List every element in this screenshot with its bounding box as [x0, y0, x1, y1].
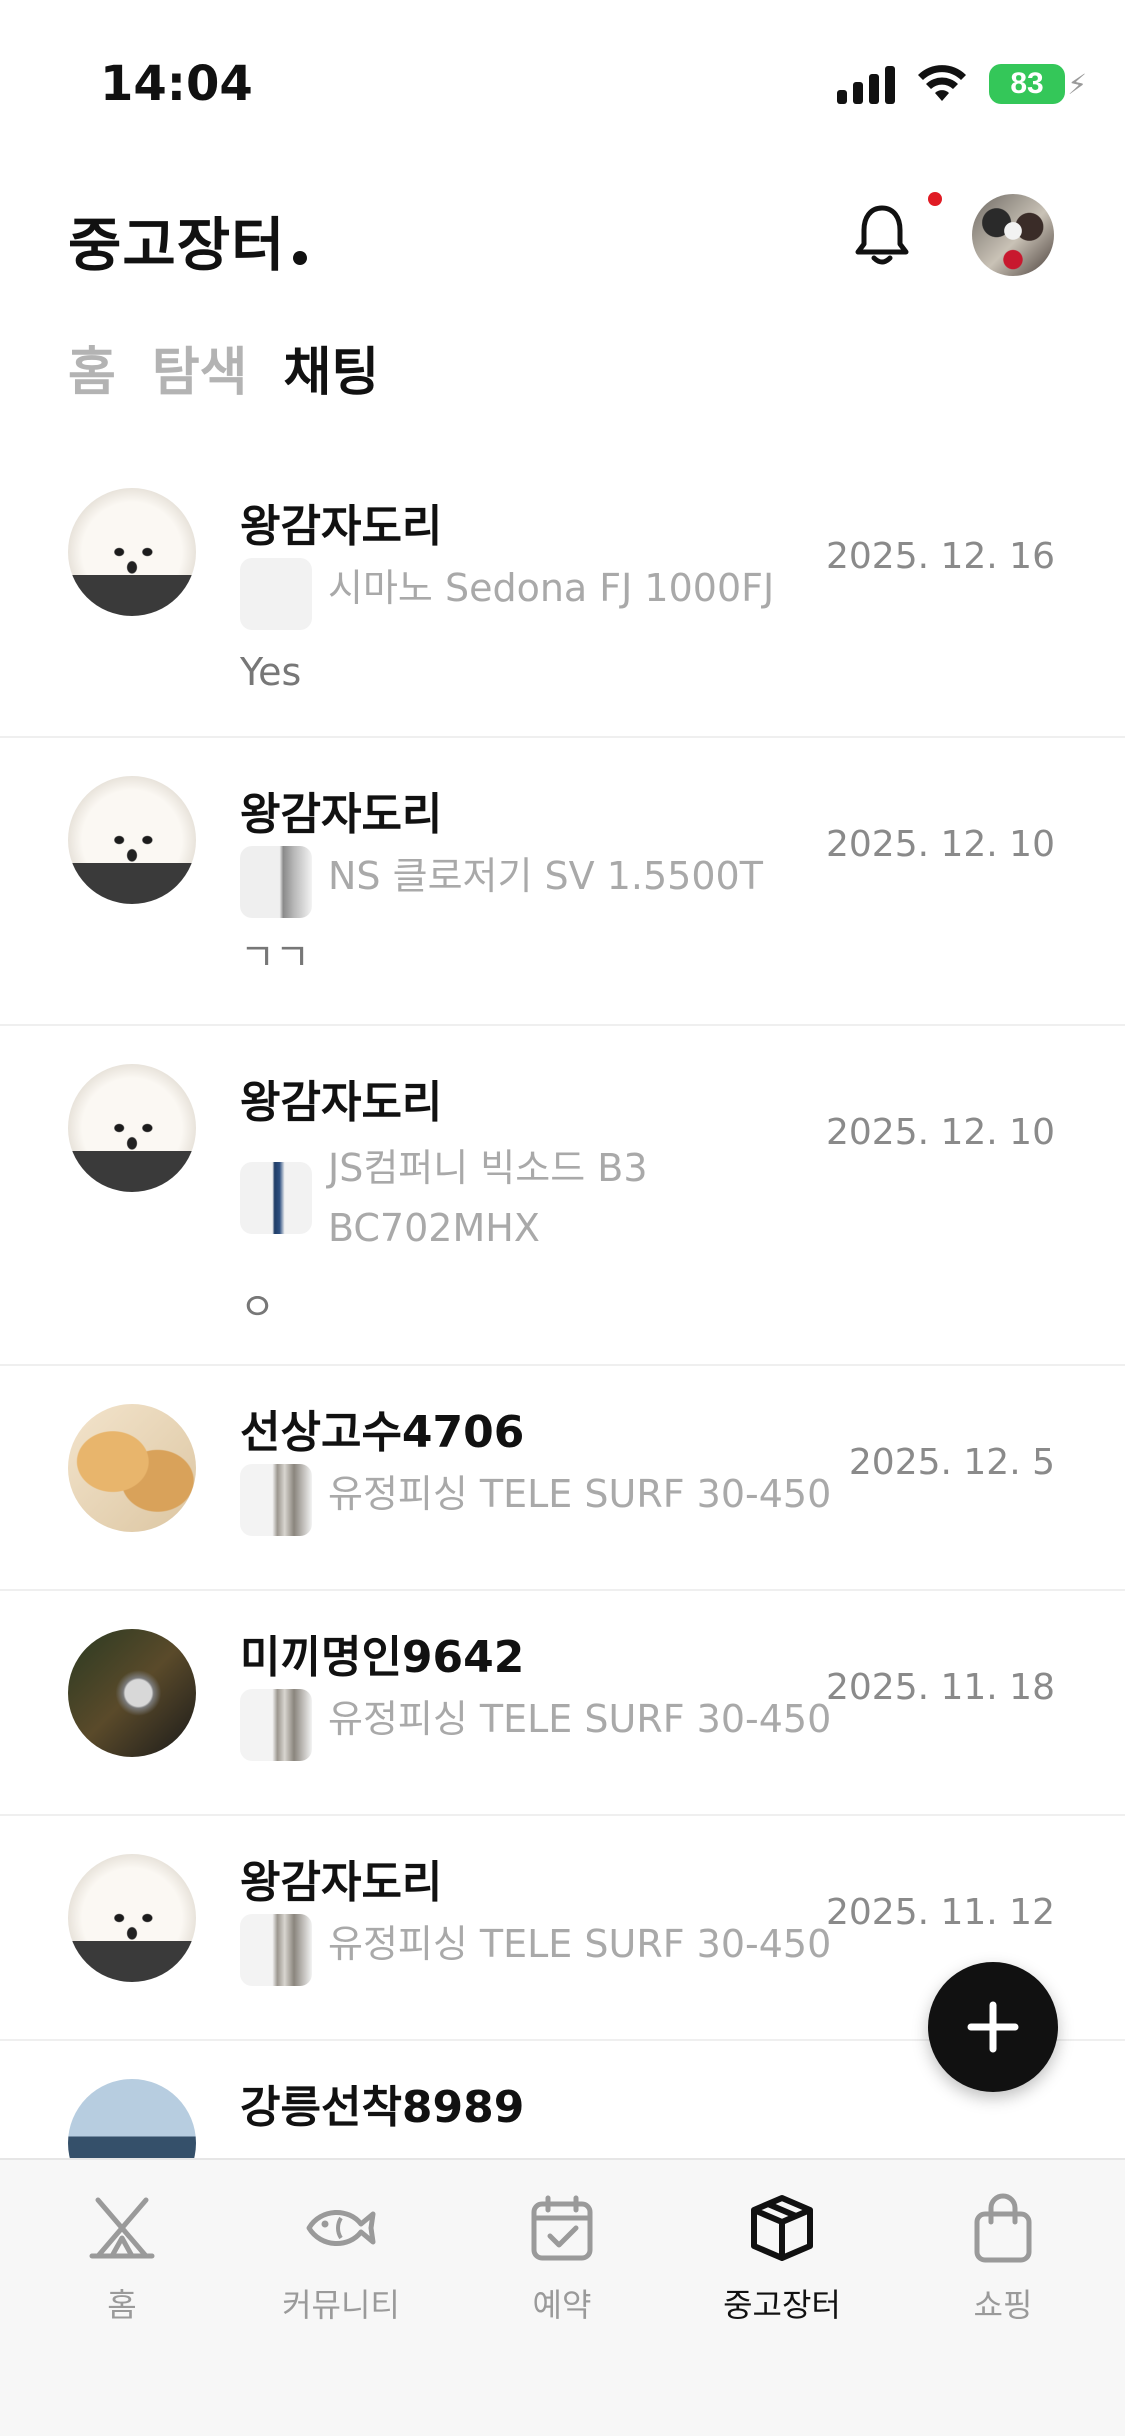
status-bar: 14:04 83 ⚡ — [0, 0, 1125, 150]
chat-row[interactable]: 선상고수4706 유정피싱 TELE SURF 30-450 2025. 12.… — [0, 1366, 1125, 1591]
tab-chat[interactable]: 채팅 — [284, 330, 380, 405]
chat-user-name: 왕감자도리 — [240, 789, 443, 840]
chat-date: 2025. 11. 18 — [825, 1667, 1055, 1708]
nav-label: 쇼핑 — [973, 2286, 1033, 2324]
market-tabs: 홈 탐색 채팅 — [68, 330, 379, 405]
last-message: ㄱㄱ — [240, 935, 310, 979]
product-title: 유정피싱 TELE SURF 30-450 — [328, 1922, 832, 1966]
chat-date: 2025. 11. 12 — [825, 1892, 1055, 1933]
chat-product: 유정피싱 TELE SURF 30-450 — [240, 1464, 848, 1536]
chat-row[interactable]: 왕감자도리 NS 클로저기 SV 1.5500T ㄱㄱ 2025. 12. 10 — [0, 738, 1125, 1026]
box-icon — [751, 2195, 813, 2261]
notification-dot — [928, 192, 942, 206]
nav-reservation[interactable]: 예약 — [462, 2190, 662, 2326]
pomeranian-avatar — [68, 776, 196, 904]
tent-icon — [89, 2197, 155, 2259]
nav-label: 중고장터 — [723, 2286, 841, 2324]
fish-icon — [306, 2210, 376, 2246]
chat-row[interactable]: 왕감자도리 시마노 Sedona FJ 1000FJ Yes 2025. 12.… — [0, 450, 1125, 738]
taiyaki-avatar — [68, 1404, 196, 1532]
status-time: 14:04 — [100, 56, 253, 112]
chat-user-name: 왕감자도리 — [240, 1857, 443, 1908]
chat-product: NS 클로저기 SV 1.5500T — [240, 846, 848, 918]
tab-explore[interactable]: 탐색 — [152, 330, 248, 405]
profile-avatar[interactable] — [972, 194, 1054, 276]
nav-label: 홈 — [107, 2286, 137, 2324]
chat-product: 유정피싱 TELE SURF 30-450 — [240, 1689, 848, 1761]
chat-user-name: 선상고수4706 — [240, 1407, 525, 1458]
product-thumbnail — [240, 846, 312, 918]
pomeranian-avatar — [68, 1064, 196, 1192]
cellular-signal-icon — [837, 64, 895, 104]
new-post-button[interactable] — [928, 1962, 1058, 2092]
app-header: 중고장터 — [0, 180, 1125, 290]
tab-home[interactable]: 홈 — [68, 330, 116, 405]
product-thumbnail — [240, 1464, 312, 1536]
product-title: NS 클로저기 SV 1.5500T — [328, 854, 763, 898]
chat-product: 시마노 Sedona FJ 1000FJ — [240, 558, 848, 630]
chat-date: 2025. 12. 16 — [825, 536, 1055, 577]
chat-row[interactable]: 왕감자도리 JS컴퍼니 빅소드 B3 BC702MHX ㅇ 2025. 12. … — [0, 1026, 1125, 1366]
product-title: 시마노 Sedona FJ 1000FJ — [328, 566, 775, 610]
calendar-check-icon — [531, 2195, 593, 2261]
plus-icon — [967, 2001, 1019, 2053]
chat-date: 2025. 12. 5 — [848, 1442, 1055, 1483]
last-message: ㅇ — [240, 1285, 275, 1329]
nav-label: 커뮤니티 — [282, 2286, 400, 2324]
product-thumbnail — [240, 1689, 312, 1761]
nav-label: 예약 — [532, 2286, 592, 2324]
page-title: 중고장터 — [68, 198, 308, 282]
chat-user-name: 왕감자도리 — [240, 501, 443, 552]
product-thumbnail — [240, 1914, 312, 1986]
shopping-bag-icon — [974, 2193, 1032, 2263]
product-title: JS컴퍼니 빅소드 B3 BC702MHX — [328, 1146, 648, 1250]
chat-row[interactable]: 미끼명인9642 유정피싱 TELE SURF 30-450 2025. 11.… — [0, 1591, 1125, 1816]
fishing-reel-avatar — [68, 1629, 196, 1757]
product-title: 유정피싱 TELE SURF 30-450 — [328, 1472, 832, 1516]
chat-user-name: 왕감자도리 — [240, 1077, 443, 1128]
product-thumbnail — [240, 1162, 312, 1234]
product-title: 유정피싱 TELE SURF 30-450 — [328, 1697, 832, 1741]
status-icons: 83 ⚡ — [837, 64, 1087, 104]
chat-product: 유정피싱 TELE SURF 30-450 — [240, 1914, 848, 1986]
pomeranian-avatar — [68, 1854, 196, 1982]
bell-icon[interactable] — [852, 200, 912, 270]
nav-shopping[interactable]: 쇼핑 — [903, 2190, 1103, 2326]
battery-level: 83 — [1010, 67, 1044, 100]
nav-home[interactable]: 홈 — [22, 2190, 222, 2326]
chat-date: 2025. 12. 10 — [825, 824, 1055, 865]
chat-product: JS컴퍼니 빅소드 B3 BC702MHX — [240, 1138, 718, 1258]
nav-community[interactable]: 커뮤니티 — [241, 2190, 441, 2326]
wifi-icon — [918, 65, 966, 101]
chat-user-name: 미끼명인9642 — [240, 1632, 525, 1683]
last-message: Yes — [240, 650, 302, 694]
pomeranian-avatar — [68, 488, 196, 616]
bottom-nav: 홈 커뮤니티 예약 중고장터 쇼핑 — [0, 2158, 1125, 2436]
chat-date: 2025. 12. 10 — [825, 1112, 1055, 1153]
nav-market[interactable]: 중고장터 — [682, 2190, 882, 2326]
chat-user-name: 강릉선착8989 — [240, 2082, 525, 2133]
charging-icon: ⚡ — [1067, 68, 1087, 101]
product-thumbnail — [240, 558, 312, 630]
battery-icon: 83 ⚡ — [989, 64, 1087, 104]
brand-dot — [293, 251, 308, 265]
